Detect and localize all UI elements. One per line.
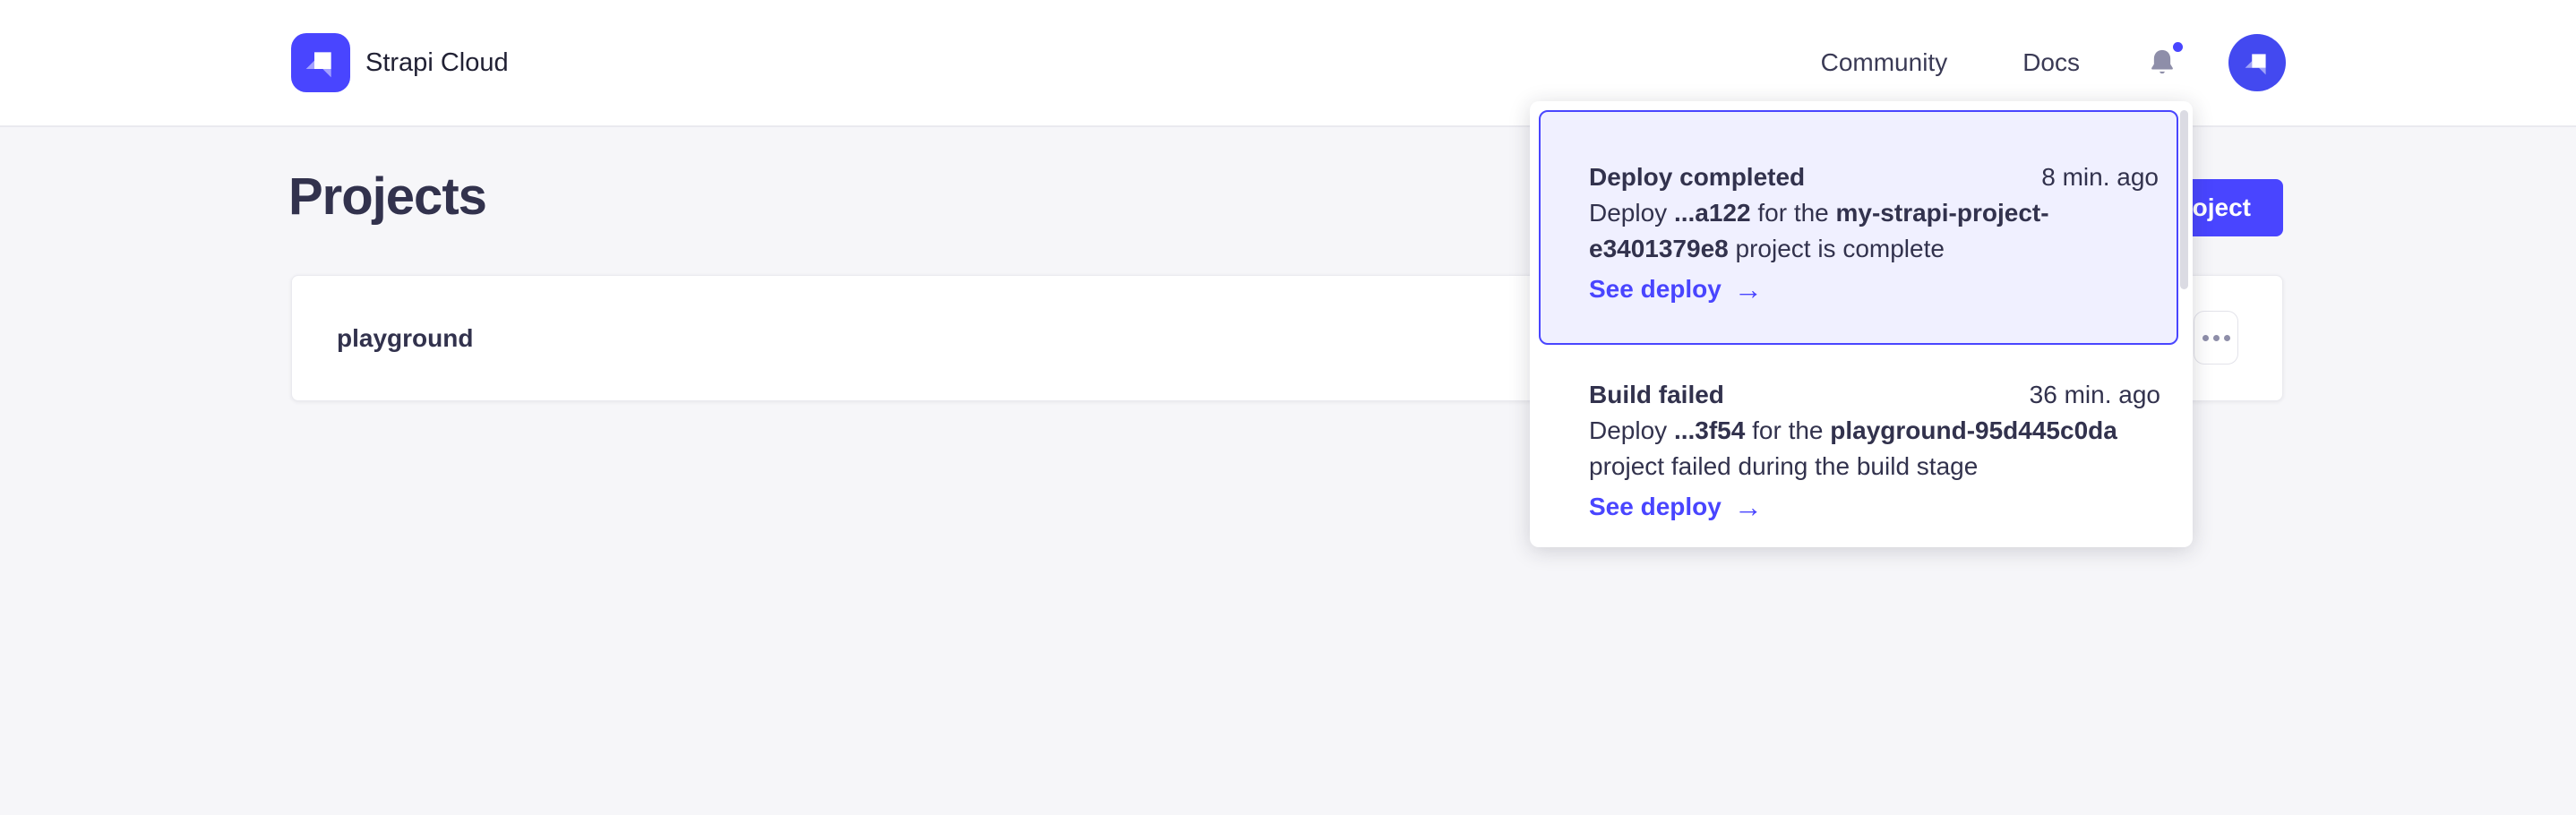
brand-home-link[interactable]: Strapi Cloud — [291, 0, 509, 125]
user-avatar-button[interactable] — [2228, 34, 2286, 91]
notification-body: Deploy ...3f54 for the playground-95d445… — [1589, 413, 2160, 485]
notification-item-deploy-completed: Deploy completed 8 min. ago Deploy ...a1… — [1539, 110, 2178, 345]
nav-link-docs[interactable]: Docs — [2022, 48, 2080, 77]
notification-timestamp: 36 min. ago — [2030, 380, 2160, 410]
body-segment: Deploy — [1589, 199, 1674, 227]
notification-header-row: Build failed 36 min. ago — [1589, 380, 2160, 410]
project-menu-button[interactable] — [2194, 311, 2238, 365]
body-segment: project is complete — [1729, 235, 1945, 262]
project-name: playground — [337, 276, 473, 400]
notification-body: Deploy ...a122 for the my-strapi-project… — [1589, 195, 2159, 267]
see-deploy-link[interactable]: See deploy → — [1589, 274, 1763, 305]
notification-title: Build failed — [1589, 380, 1724, 410]
notification-timestamp: 8 min. ago — [2041, 162, 2159, 193]
body-segment: for the — [1751, 199, 1836, 227]
ellipsis-icon — [2202, 335, 2209, 341]
notification-title: Deploy completed — [1589, 162, 1805, 193]
avatar-strapi-glyph-icon — [2237, 42, 2278, 83]
ellipsis-icon — [2224, 335, 2230, 341]
see-deploy-link[interactable]: See deploy → — [1589, 492, 1763, 522]
body-segment: playground-95d445c0da — [1830, 416, 2117, 444]
arrow-right-icon: → — [1734, 276, 1763, 303]
notifications-panel: Deploy completed 8 min. ago Deploy ...a1… — [1530, 101, 2193, 547]
see-deploy-label: See deploy — [1589, 274, 1722, 305]
notifications-bell-button[interactable] — [2146, 45, 2178, 81]
ellipsis-icon — [2213, 335, 2220, 341]
see-deploy-label: See deploy — [1589, 492, 1722, 522]
body-segment: project failed during the build stage — [1589, 452, 1978, 480]
body-segment: ...3f54 — [1674, 416, 1745, 444]
notification-header-row: Deploy completed 8 min. ago — [1589, 162, 2159, 193]
body-segment: Deploy — [1589, 416, 1674, 444]
notification-item-build-failed: Build failed 36 min. ago Deploy ...3f54 … — [1539, 356, 2178, 522]
panel-scrollbar-thumb[interactable] — [2180, 110, 2188, 289]
nav-link-community[interactable]: Community — [1821, 48, 1948, 77]
strapi-glyph-icon — [296, 38, 346, 88]
brand-name: Strapi Cloud — [365, 48, 509, 78]
arrow-right-icon: → — [1734, 493, 1763, 520]
page-title: Projects — [288, 167, 486, 227]
strapi-logo-icon — [291, 33, 350, 92]
body-segment: ...a122 — [1674, 199, 1751, 227]
unread-notifications-dot — [2173, 42, 2183, 52]
body-segment: for the — [1745, 416, 1830, 444]
